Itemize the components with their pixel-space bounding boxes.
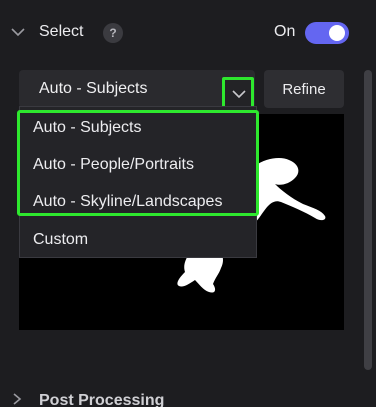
dropdown-toggle-button[interactable] [222, 77, 254, 109]
chevron-down-icon[interactable] [10, 24, 26, 40]
annotation-highlight [17, 110, 259, 216]
refine-button[interactable]: Refine [264, 70, 344, 108]
toggle-knob [329, 25, 345, 41]
mode-select[interactable]: Auto - Subjects [19, 70, 255, 109]
enable-toggle[interactable] [305, 22, 349, 44]
select-panel: Select ? On Auto - Subjects Refine Auto … [0, 0, 376, 407]
scrollbar[interactable] [364, 64, 372, 374]
post-processing-title: Post Processing [39, 392, 165, 407]
mode-select-value: Auto - Subjects [39, 80, 148, 97]
post-processing-header[interactable]: Post Processing [0, 386, 376, 407]
section-header: Select ? On [0, 14, 376, 52]
help-icon[interactable]: ? [103, 23, 123, 43]
chevron-down-icon [232, 90, 246, 99]
menu-item-custom[interactable]: Custom [33, 231, 88, 249]
toggle-label: On [274, 23, 296, 40]
section-title: Select [39, 23, 84, 40]
scrollbar-thumb[interactable] [364, 70, 372, 370]
chevron-right-icon [13, 393, 22, 405]
